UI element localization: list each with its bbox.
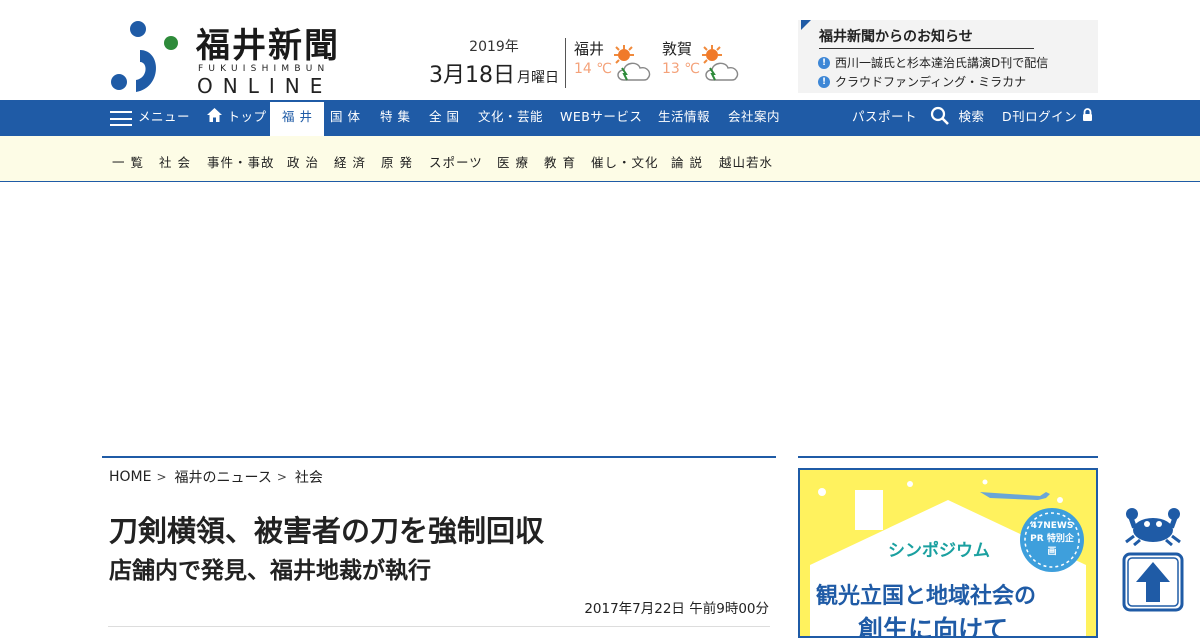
notice-title: 福井新聞からのお知らせ — [819, 26, 1034, 49]
notice-item-text: 西川一誠氏と杉本達治氏講演D刊で配信 — [835, 56, 1049, 70]
date-weekday: 月曜日 — [517, 70, 559, 86]
lock-icon — [1082, 108, 1092, 121]
menu-button[interactable]: メニュー — [110, 100, 190, 136]
search-label: 検索 — [958, 109, 985, 124]
search-icon — [930, 106, 949, 125]
category-society[interactable]: 社 会 — [159, 152, 191, 171]
login-label: D刊ログイン — [1002, 109, 1078, 124]
weather-temp: 13 ℃ — [662, 61, 700, 77]
nav-top-label: トップ — [227, 109, 267, 124]
ad-badge: 47NEWS PR 特別企画 — [1030, 521, 1074, 557]
nav-item-kokutai[interactable]: 国 体 — [330, 100, 360, 136]
divider — [108, 626, 770, 627]
date-month-day: 3月18日 — [429, 63, 515, 88]
breadcrumb-home[interactable]: HOME — [109, 469, 151, 485]
category-politics[interactable]: 政 治 — [287, 152, 319, 171]
category-editorial[interactable]: 論 説 — [671, 152, 703, 171]
date-year: 2019年 — [469, 39, 519, 55]
notice-item[interactable]: ! 西川一誠氏と杉本達治氏講演D刊で配信 — [818, 54, 1048, 71]
sun-cloud-icon — [614, 45, 651, 81]
logo-jp: 福井新聞 — [196, 26, 340, 66]
category-nuclear[interactable]: 原 発 — [381, 152, 413, 171]
nav-item-web-services[interactable]: WEBサービス — [560, 100, 642, 136]
page-top-widget[interactable] — [1122, 506, 1184, 614]
logo-online: ONLINE — [197, 74, 333, 98]
nav-item-top[interactable]: トップ — [206, 100, 267, 136]
sun-cloud-icon — [702, 45, 739, 81]
nav-item-zenkoku[interactable]: 全 国 — [429, 100, 459, 136]
corner-mark — [801, 20, 811, 30]
weather-temp: 14 ℃ — [574, 61, 612, 77]
passport-link[interactable]: パスポート — [852, 100, 917, 136]
site-header: 福井新聞 FUKUISHIMBUN ONLINE 2019年 3月18日 月曜日 … — [0, 0, 1200, 100]
article-date: 2017年7月22日 午前9時00分 — [584, 601, 769, 617]
weather-tsuruga: 敦賀 13 ℃ — [662, 38, 739, 81]
weather-fukui: 福井 14 ℃ — [574, 38, 651, 81]
breadcrumb-fukui-news[interactable]: 福井のニュース — [175, 467, 272, 487]
hamburger-icon — [110, 111, 132, 126]
article-headline: 刀剣横領、被害者の刀を強制回収 — [109, 514, 545, 548]
category-nav: 一 覧 社 会 事件・事故 政 治 経 済 原 発 スポーツ 医 療 教 育 催… — [0, 136, 1200, 182]
logo-mark-icon — [111, 21, 178, 92]
main-nav: メニュー トップ 福 井 国 体 特 集 全 国 文化・芸能 WEBサービス 生… — [0, 100, 1200, 136]
login-button[interactable]: D刊ログイン — [1002, 100, 1093, 136]
info-icon: ! — [818, 56, 830, 69]
chevron-right-icon: > — [276, 470, 287, 484]
notice-item[interactable]: ! クラウドファンディング・ミラカナ — [818, 73, 1026, 90]
article-column: HOME > 福井のニュース > 社会 刀剣横領、被害者の刀を強制回収 店舗内で… — [102, 456, 776, 627]
site-logo[interactable]: 福井新聞 FUKUISHIMBUN ONLINE — [110, 18, 360, 98]
nav-item-fukui[interactable]: 福 井 — [270, 102, 325, 136]
divider — [565, 38, 566, 88]
today-date: 2019年 3月18日 月曜日 — [428, 36, 560, 89]
category-medical[interactable]: 医 療 — [497, 152, 529, 171]
back-to-top-button[interactable] — [1122, 552, 1184, 614]
nav-item-company[interactable]: 会社案内 — [728, 100, 780, 136]
chevron-right-icon: > — [156, 470, 167, 484]
category-incidents[interactable]: 事件・事故 — [207, 152, 275, 171]
logo-roman: FUKUISHIMBUN — [198, 64, 330, 74]
ad-label: シンポジウム — [888, 541, 990, 561]
category-events[interactable]: 催し・文化 — [591, 152, 659, 171]
notice-item-text: クラウドファンディング・ミラカナ — [835, 75, 1027, 89]
breadcrumb-society[interactable]: 社会 — [295, 467, 323, 487]
breadcrumb: HOME > 福井のニュース > 社会 — [109, 467, 323, 487]
menu-label: メニュー — [138, 109, 191, 124]
weather-city: 福井 — [574, 40, 605, 58]
category-sports[interactable]: スポーツ — [429, 152, 483, 171]
notice-box: 福井新聞からのお知らせ ! 西川一誠氏と杉本達治氏講演D刊で配信 ! クラウドフ… — [798, 20, 1098, 93]
nav-item-culture[interactable]: 文化・芸能 — [478, 100, 543, 136]
ad-headline-1: 観光立国と地域社会の — [816, 584, 1037, 609]
category-education[interactable]: 教 育 — [544, 152, 576, 171]
category-all[interactable]: 一 覧 — [112, 152, 144, 171]
ad-banner[interactable]: シンポジウム 47NEWS PR 特別企画 観光立国と地域社会の 創生に向けて — [798, 468, 1098, 638]
nav-item-life[interactable]: 生活情報 — [658, 100, 710, 136]
sidebar: シンポジウム 47NEWS PR 特別企画 観光立国と地域社会の 創生に向けて — [798, 456, 1098, 638]
weather-city: 敦賀 — [662, 40, 693, 58]
info-icon: ! — [818, 75, 830, 88]
category-economy[interactable]: 経 済 — [334, 152, 366, 171]
ad-headline-2: 創生に向けて — [858, 615, 1009, 638]
home-icon — [207, 108, 222, 122]
search-button[interactable]: 検索 — [930, 100, 985, 136]
category-column[interactable]: 越山若水 — [719, 152, 773, 171]
article-subheadline: 店舗内で発見、福井地裁が執行 — [109, 558, 431, 584]
crab-icon — [1125, 508, 1181, 546]
nav-item-tokushu[interactable]: 特 集 — [380, 100, 410, 136]
